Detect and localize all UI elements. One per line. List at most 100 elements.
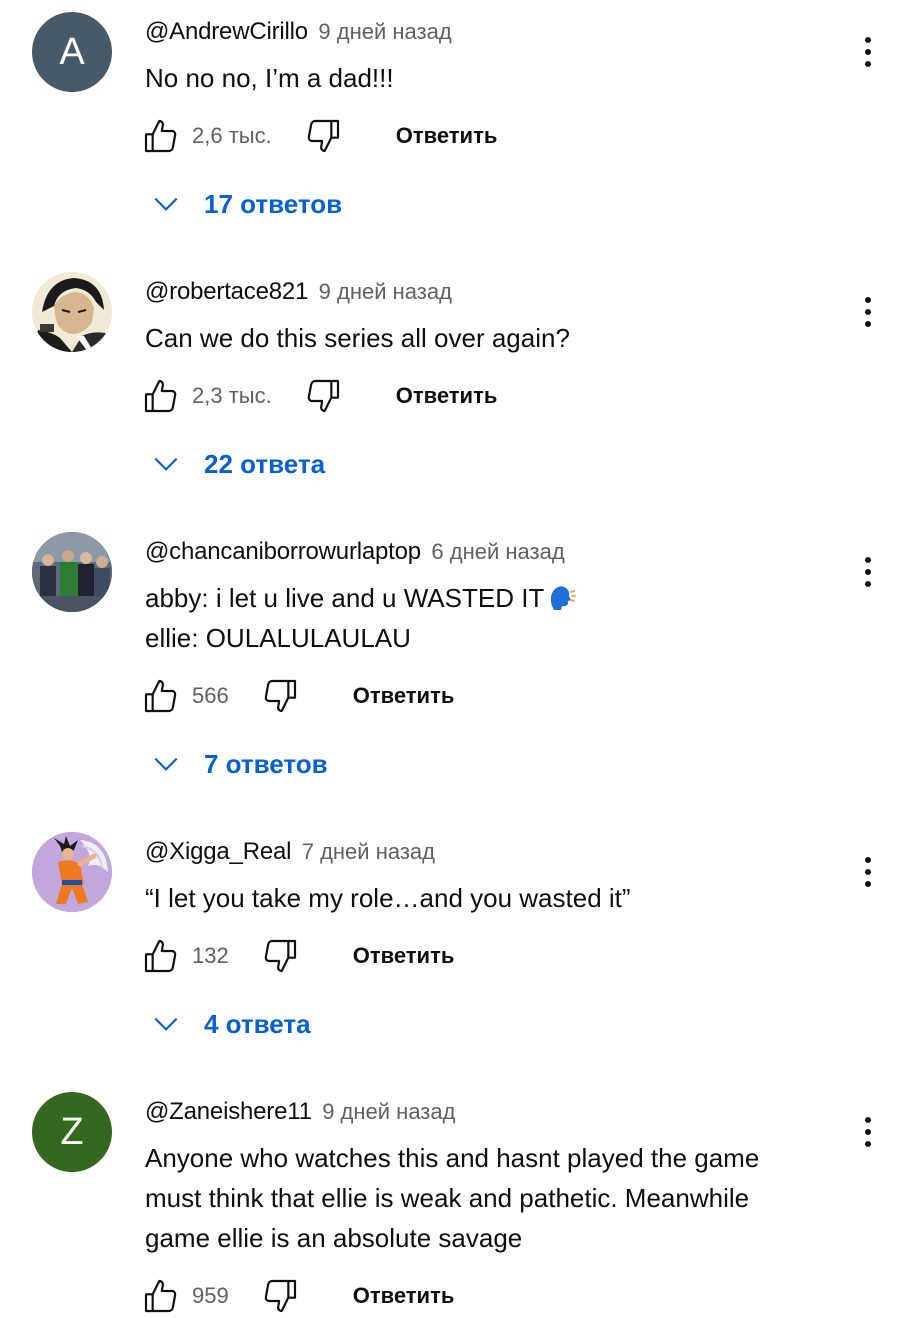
goku-angel-avatar-icon (32, 832, 112, 912)
dot-icon (865, 869, 871, 875)
dislike-button[interactable] (259, 935, 301, 977)
view-replies-button[interactable]: 4 ответа (150, 1002, 311, 1046)
comment-header: @Xigga_Real 7 дней назад (145, 836, 435, 868)
speaking-head-emoji-icon (551, 586, 577, 610)
comment-time[interactable]: 9 дней назад (322, 1099, 455, 1124)
like-count: 959 (192, 1283, 229, 1308)
like-button[interactable] (140, 375, 182, 417)
dot-icon (865, 881, 871, 887)
comment-text: “I let you take my role…and you wasted i… (145, 878, 835, 918)
reply-button[interactable]: Ответить (396, 383, 498, 409)
comment-line: “I let you take my role…and you wasted i… (145, 883, 631, 913)
comment-text: No no no, I’m a dad!!! (145, 58, 835, 98)
comment-text: Can we do this series all over again? (145, 318, 835, 358)
author-name[interactable]: @AndrewCirillo (145, 18, 308, 45)
thumbs-up-icon (144, 679, 177, 713)
avatar[interactable] (32, 272, 112, 352)
comment-toolbar: 132 Ответить (140, 934, 454, 978)
dislike-button[interactable] (302, 375, 344, 417)
replies-count-label[interactable]: 7 ответов (204, 749, 328, 780)
thumbs-up-icon (144, 119, 177, 153)
chevron-down-icon (150, 748, 182, 780)
like-button[interactable] (140, 675, 182, 717)
dot-icon (865, 297, 871, 303)
dislike-button[interactable] (259, 1275, 301, 1317)
author-name[interactable]: @Zaneishere11 (145, 1098, 312, 1125)
avatar-letter: A (59, 30, 85, 73)
dot-icon (865, 1117, 871, 1123)
like-count: 132 (192, 943, 229, 968)
comment-header: @chancaniborrowurlaptop 6 дней назад (145, 536, 565, 568)
comment-toolbar: 566 Ответить (140, 674, 454, 718)
reply-button[interactable]: Ответить (353, 1283, 455, 1309)
chevron-down-icon (150, 188, 182, 220)
more-actions-button[interactable] (850, 1107, 886, 1157)
thumbs-up-icon (144, 1279, 177, 1313)
comment-time[interactable]: 9 дней назад (319, 279, 452, 304)
dot-icon (865, 1129, 871, 1135)
comment-line: ellie: OULALULAULAU (145, 623, 411, 653)
author-name[interactable]: @Xigga_Real (145, 838, 291, 865)
comment-line: Can we do this series all over again? (145, 323, 570, 353)
view-replies-button[interactable]: 7 ответов (150, 742, 328, 786)
thumbs-down-icon (264, 679, 296, 713)
author-name[interactable]: @robertace821 (145, 278, 308, 305)
dot-icon (865, 61, 871, 67)
thumbs-down-icon (307, 119, 339, 153)
more-actions-button[interactable] (850, 287, 886, 337)
dot-icon (865, 557, 871, 563)
comment-line: No no no, I’m a dad!!! (145, 63, 394, 93)
dislike-button[interactable] (259, 675, 301, 717)
reply-button[interactable]: Ответить (353, 683, 455, 709)
like-button[interactable] (140, 935, 182, 977)
thumbs-down-icon (264, 939, 296, 973)
chevron-down-icon (150, 1008, 182, 1040)
more-actions-button[interactable] (850, 847, 886, 897)
avatar[interactable]: Z (32, 1092, 112, 1172)
reply-button[interactable]: Ответить (353, 943, 455, 969)
avatar[interactable] (32, 532, 112, 612)
comment-line: Anyone who watches this and hasnt played… (145, 1143, 760, 1173)
dot-icon (865, 321, 871, 327)
comment-time[interactable]: 7 дней назад (302, 839, 435, 864)
anime-character-avatar-icon (32, 272, 112, 352)
like-count: 2,6 тыс. (192, 123, 272, 148)
replies-count-label[interactable]: 22 ответа (204, 449, 325, 480)
dot-icon (865, 1141, 871, 1147)
like-button[interactable] (140, 115, 182, 157)
dot-icon (865, 37, 871, 43)
comment-header: @Zaneishere11 9 дней назад (145, 1096, 455, 1128)
group-photo-avatar-icon (32, 532, 112, 612)
comment-header: @AndrewCirillo 9 дней назад (145, 16, 452, 48)
thumbs-down-icon (264, 1279, 296, 1313)
comment-time[interactable]: 6 дней назад (431, 539, 564, 564)
dot-icon (865, 581, 871, 587)
author-name[interactable]: @chancaniborrowurlaptop (145, 538, 421, 565)
view-replies-button[interactable]: 22 ответа (150, 442, 325, 486)
comment-line: abby: i let u live and u WASTED IT (145, 578, 835, 618)
like-count: 566 (192, 683, 229, 708)
avatar-letter: Z (60, 1110, 84, 1153)
dot-icon (865, 857, 871, 863)
view-replies-button[interactable]: 17 ответов (150, 182, 342, 226)
chevron-down-icon (150, 448, 182, 480)
avatar[interactable] (32, 832, 112, 912)
comment-line-text: abby: i let u live and u WASTED IT (145, 583, 545, 613)
avatar[interactable]: A (32, 12, 112, 92)
like-button[interactable] (140, 1275, 182, 1317)
replies-count-label[interactable]: 17 ответов (204, 189, 342, 220)
comment-time[interactable]: 9 дней назад (318, 19, 451, 44)
thumbs-up-icon (144, 939, 177, 973)
dot-icon (865, 309, 871, 315)
dislike-button[interactable] (302, 115, 344, 157)
replies-count-label[interactable]: 4 ответа (204, 1009, 311, 1040)
more-actions-button[interactable] (850, 547, 886, 597)
comment-toolbar: 2,3 тыс. Ответить (140, 374, 497, 418)
comment-line: game ellie is an absolute savage (145, 1223, 523, 1253)
comment-header: @robertace821 9 дней назад (145, 276, 452, 308)
reply-button[interactable]: Ответить (396, 123, 498, 149)
more-actions-button[interactable] (850, 27, 886, 77)
comment-toolbar: 2,6 тыс. Ответить (140, 114, 497, 158)
comment-toolbar: 959 Ответить (140, 1274, 454, 1318)
thumbs-down-icon (307, 379, 339, 413)
